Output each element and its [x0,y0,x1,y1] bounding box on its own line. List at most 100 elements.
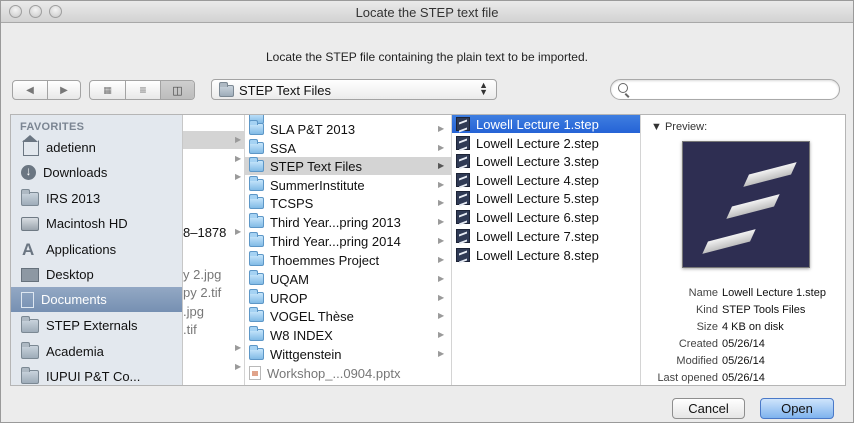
list-item[interactable]: y 2.jpg [183,265,244,283]
back-arrow-icon[interactable]: ◀ [13,81,47,99]
list-item[interactable]: SummerInstitute ▶ [249,176,450,194]
list-item[interactable]: SLA P&T 2013 ▶ [249,120,450,138]
icon-view-icon[interactable]: ▦ [90,81,125,99]
sidebar-heading: FAVORITES [20,121,85,133]
search-input[interactable] [610,79,840,100]
list-item[interactable]: ▶ [183,168,244,186]
list-item[interactable]: py 2.tif [183,283,244,301]
list-item-label: y 2.jpg [183,266,222,282]
list-item[interactable]: Lowell Lecture 7.step [456,227,640,245]
folder-icon [249,289,264,304]
dialog-prompt: Locate the STEP file containing the plai… [266,50,588,64]
popup-arrows-icon: ▲ ▼ [479,80,488,97]
forward-arrow-icon[interactable]: ▶ [47,81,80,99]
applications-icon [21,240,39,260]
list-item-label: Thoemmes Project [270,252,380,268]
step-file-icon [456,248,470,262]
folder-icon [249,251,264,266]
sidebar-item-applications[interactable]: Applications [11,237,182,262]
list-item[interactable]: Lowell Lecture 4.step [456,171,640,189]
title-bar[interactable]: Locate the STEP text file [1,1,853,23]
list-view-icon[interactable]: ≡ [125,81,160,99]
folder-icon [249,307,264,322]
file-browser: FAVORITES adetienn Downloads IRS 2013 Ma… [10,114,846,386]
sidebar-item-adetienn[interactable]: adetienn [11,135,182,160]
folder-icon [249,157,264,172]
list-item[interactable]: ▶ [183,339,244,357]
meta-row: Modified 05/26/14 [676,355,765,367]
list-item[interactable]: UROP ▶ [249,289,450,307]
list-item[interactable]: ▶ [183,131,244,149]
browser-column-1[interactable]: ▶ ▶ ▶ 8–1878 ▶ y 2.jpg py 2.tif .jpg .ti… [183,115,245,385]
browser-column-3[interactable]: Lowell Lecture 1.step Lowell Lecture 2.s… [452,115,641,385]
list-item[interactable]: .jpg [183,302,244,320]
folder-icon [21,366,39,384]
sidebar-item-irs-2013[interactable]: IRS 2013 [11,186,182,211]
list-item[interactable]: .tif [183,320,244,338]
documents-icon [21,291,34,308]
list-item[interactable]: Wittgenstein ▶ [249,345,450,363]
sidebar-item-label: Downloads [43,165,108,180]
list-item[interactable]: Third Year...pring 2013 ▶ [249,213,450,231]
list-item[interactable]: SSA ▶ [249,139,450,157]
sidebar-item-academia[interactable]: Academia [11,339,182,364]
sidebar-item-iupui[interactable]: IUPUI P&T Co... [11,364,182,385]
list-item[interactable]: Workshop_...0904.pptx [249,364,450,382]
list-item[interactable]: Lowell Lecture 2.step [456,134,640,152]
list-item-label: Workshop_...0904.pptx [267,365,401,381]
list-item-selected[interactable]: Lowell Lecture 1.step [452,115,640,133]
folder-icon [21,315,39,333]
hard-drive-icon [21,216,39,231]
sidebar-item-desktop[interactable]: Desktop [11,262,182,287]
cancel-button[interactable]: Cancel [672,398,745,419]
list-item[interactable]: Lowell Lecture 3.step [456,152,640,170]
step-file-icon [456,136,470,150]
list-item[interactable]: Lowell Lecture 5.step [456,189,640,207]
list-item[interactable]: Lowell Lecture 6.step [456,208,640,226]
list-item[interactable]: ▶ [183,358,244,376]
preview-heading-label: Preview: [664,121,708,133]
sidebar-item-macintosh-hd[interactable]: Macintosh HD [11,211,182,236]
list-item-label: Lowell Lecture 8.step [476,247,599,263]
sidebar-item-step-externals[interactable]: STEP Externals [11,313,182,338]
list-item[interactable]: VOGEL Thèse ▶ [249,307,450,325]
meta-row: Size 4 KB on disk [696,321,784,333]
browser-column-2[interactable]: SLA P&T 2013 ▶ SSA ▶ STEP Text Files ▶ S… [245,115,452,385]
window-title: Locate the STEP text file [355,5,499,20]
step-file-icon [456,173,470,187]
column-view-icon[interactable]: ◫ [160,81,194,99]
meta-row: Last opened 05/26/14 [657,372,765,384]
list-item-label: W8 INDEX [270,327,333,343]
sidebar-item-downloads[interactable]: Downloads [11,160,182,185]
list-item-label: UQAM [270,271,309,287]
list-item[interactable]: Lowell Lecture 8.step [456,246,640,264]
list-item-label: UROP [270,290,308,306]
meta-row: Name Lowell Lecture 1.step [688,287,826,299]
list-item[interactable]: TCSPS ▶ [249,194,450,212]
list-item-label: SLA P&T 2013 [270,121,356,137]
list-item-label: Lowell Lecture 1.step [476,116,599,132]
list-item[interactable]: ▶ [183,150,244,168]
preview-pane: ▼ Preview: Name Lowell Lecture 1.step Kin… [641,115,845,385]
meta-row: Created 05/26/14 [678,338,765,350]
list-item-label: Lowell Lecture 7.step [476,228,599,244]
location-popup[interactable]: STEP Text Files ▲ ▼ [211,79,497,100]
list-item[interactable]: Third Year...pring 2014 ▶ [249,232,450,250]
home-icon [21,135,39,156]
list-item-label: Lowell Lecture 6.step [476,209,599,225]
step-file-icon [456,229,470,243]
list-item[interactable]: 8–1878 ▶ [183,223,244,241]
list-item[interactable]: W8 INDEX ▶ [249,326,450,344]
list-item-selected[interactable]: STEP Text Files ▶ [245,157,451,175]
preview-heading: ▼ Preview: [651,121,708,133]
list-item[interactable]: Thoemmes Project ▶ [249,251,450,269]
sidebar-item-label: adetienn [46,140,96,155]
list-item[interactable]: UQAM ▶ [249,270,450,288]
list-item-label: Wittgenstein [270,346,342,362]
view-mode-control: ▦ ≡ ◫ [89,80,195,100]
open-button[interactable]: Open [760,398,834,419]
list-item-label: py 2.tif [183,284,222,300]
folder-icon [249,139,264,154]
sidebar-item-documents[interactable]: Documents [11,287,182,312]
folder-icon [21,341,39,359]
